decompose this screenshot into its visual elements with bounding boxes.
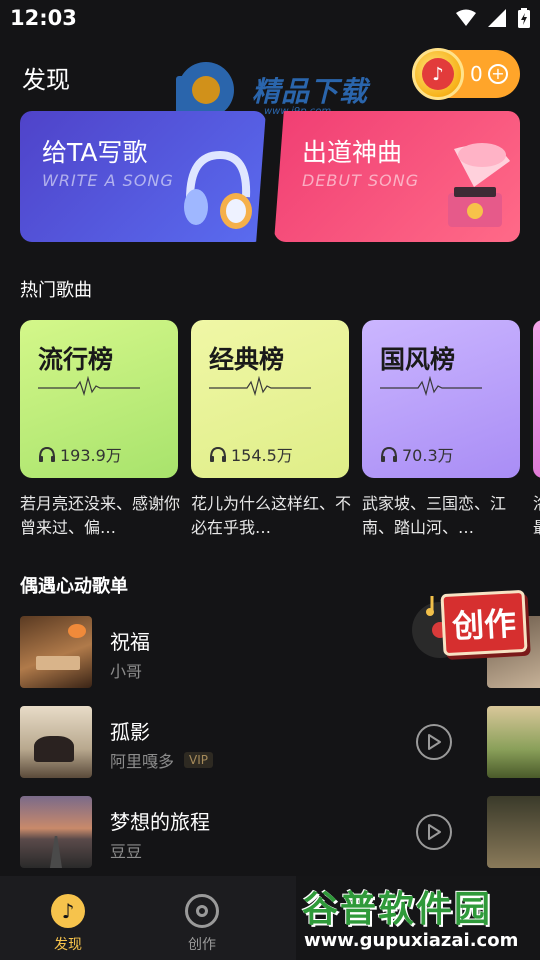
song-row[interactable]: 孤影 阿里嘎多 VIP [20,706,540,778]
play-count: 70.3万 [380,442,454,466]
gramophone-icon [448,143,510,227]
chart-card-pop[interactable]: 流行榜 193.9万 [20,320,178,478]
song-title: 梦想的旅程 [110,810,210,834]
chart-name: 流行榜 [38,345,114,374]
debut-song-card[interactable]: 出道神曲 DEBUT SONG [274,111,520,242]
write-song-subtitle: WRITE A SONG [42,171,174,190]
coin-count: 0 [470,62,483,86]
chart-desc: 花儿为什么这样红、不必在乎我… [191,494,352,537]
chart-desc: 若月亮还没来、感谢你曾来过、偏… [20,494,181,537]
headphones-small-icon [381,446,397,462]
chart-name: 经典榜 [209,345,285,374]
chart-desc-partial: 洛 最 [533,492,540,540]
signal-icon [488,9,506,27]
playlist-title: 偶遇心动歌单 [20,576,128,597]
waveform-icon [38,376,140,396]
song-artist: 豆豆 [110,842,143,861]
page-title: 发现 [22,66,70,94]
headphones-small-icon [39,446,55,462]
status-bar: 12:03 [0,0,540,36]
play-button[interactable] [416,814,452,850]
song-cover [20,796,92,868]
headphones-icon [184,150,252,229]
side-cover[interactable] [487,706,540,778]
chart-card-partial[interactable] [533,320,540,478]
song-row[interactable]: 梦想的旅程 豆豆 [20,796,540,868]
song-artist: 小哥 [110,662,143,681]
song-title: 孤影 [110,720,150,744]
song-artist: 阿里嘎多 VIP [110,748,213,772]
side-cover[interactable] [487,796,540,868]
song-cover [20,706,92,778]
play-count-value: 154.5万 [231,446,293,465]
battery-icon [518,8,530,28]
create-badge-label-box: 创作 [440,589,528,657]
play-count: 154.5万 [209,442,293,466]
wifi-icon [456,9,476,26]
song-cover [20,616,92,688]
play-icon [428,824,441,840]
watermark-text: 精品下载 [252,75,369,108]
chart-name: 国风榜 [380,345,456,374]
waveform-icon [209,376,311,396]
headphones-small-icon [210,446,226,462]
nav-discover-label: 发现 [54,937,82,953]
music-note-icon: ♪ [51,894,85,928]
debut-song-title: 出道神曲 [302,138,403,167]
play-count-value: 70.3万 [402,446,454,465]
chart-card-classic[interactable]: 经典榜 154.5万 [191,320,349,478]
music-coin-icon: ♪ [412,48,464,100]
play-count-value: 193.9万 [60,446,122,465]
vip-badge: VIP [184,752,213,768]
watermark-bottom-title: 谷普软件园 [302,889,493,930]
status-time: 12:03 [10,6,77,30]
play-icon [428,734,441,750]
coin-balance-button[interactable]: ♪ 0 + [412,48,520,100]
watermark-bottom: 谷普软件园 www.gupuxiazai.com [296,876,540,960]
status-icons [456,8,530,28]
play-count: 193.9万 [38,442,122,466]
play-button[interactable] [416,724,452,760]
disc-icon [185,894,219,928]
song-title: 祝福 [110,630,150,654]
create-floating-button[interactable]: 创作 [410,584,530,668]
nav-discover[interactable]: ♪ 发现 [28,894,108,954]
chart-desc: 武家坡、三国恋、江南、踏山河、… [362,494,507,537]
chart-card-guofeng[interactable]: 国风榜 70.3万 [362,320,520,478]
hot-songs-title: 热门歌曲 [20,280,92,301]
nav-create[interactable]: 创作 [162,894,242,954]
write-song-card[interactable]: 给TA写歌 WRITE A SONG [20,111,266,242]
add-coin-icon[interactable]: + [488,64,508,84]
write-song-title: 给TA写歌 [42,138,148,167]
watermark-bottom-url: www.gupuxiazai.com [304,930,519,951]
nav-create-label: 创作 [188,937,216,953]
create-badge-label: 创作 [451,604,518,646]
debut-song-subtitle: DEBUT SONG [302,171,420,190]
waveform-icon [380,376,482,396]
